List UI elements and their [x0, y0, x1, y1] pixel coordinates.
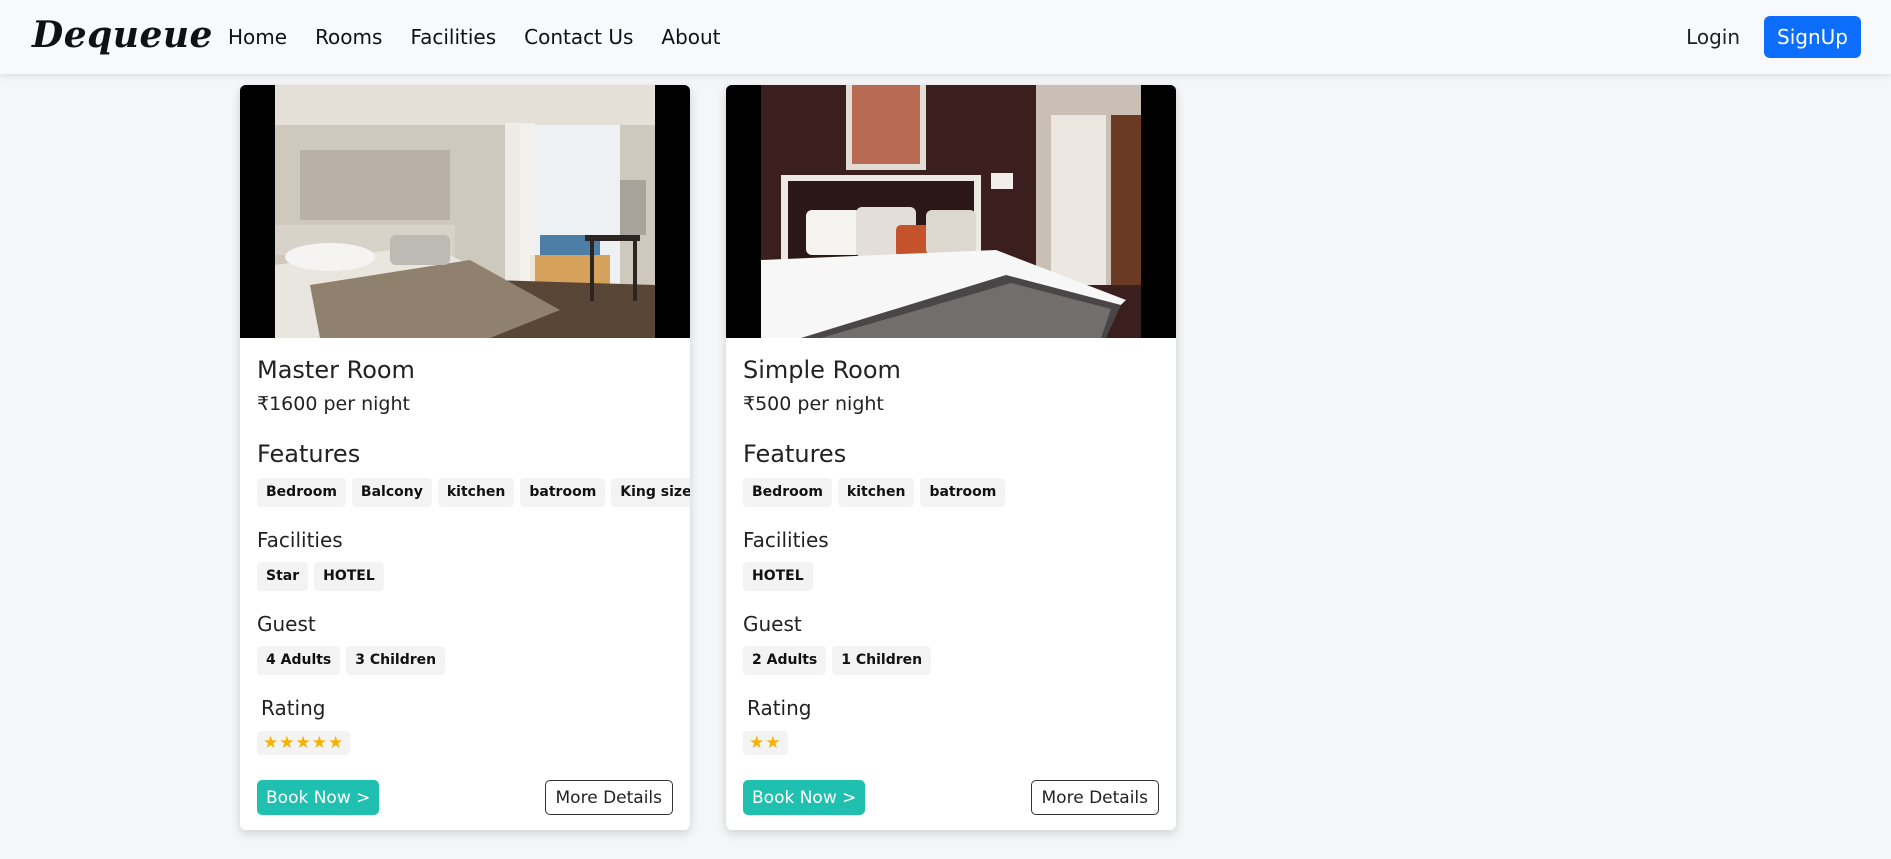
guest-list: 2 Adults 1 Children: [743, 646, 937, 675]
brand-logo[interactable]: Dequeue: [32, 14, 213, 56]
feature-badge: Bedroom: [743, 478, 832, 507]
rating-stars: ★ ★: [743, 731, 788, 755]
nav-link-about[interactable]: About: [661, 25, 720, 49]
nav-link-contact[interactable]: Contact Us: [524, 25, 633, 49]
bedroom-photo-icon: [726, 85, 1176, 338]
facilities-list: HOTEL: [743, 562, 819, 591]
book-now-button[interactable]: Book Now >: [743, 780, 866, 815]
star-icon: ★: [263, 733, 279, 753]
rating-stars: ★ ★ ★ ★ ★: [257, 731, 351, 755]
guest-badge: 4 Adults: [257, 646, 341, 675]
guest-badge: 3 Children: [346, 646, 446, 675]
room-price: ₹1600 per night: [257, 393, 410, 415]
feature-badge: kitchen: [437, 478, 515, 507]
login-button[interactable]: Login: [1686, 25, 1740, 49]
facilities-heading: Facilities: [257, 528, 343, 552]
room-name: Simple Room: [743, 356, 901, 384]
guest-badge: 1 Children: [832, 646, 932, 675]
navbar: Dequeue Home Rooms Facilities Contact Us…: [0, 0, 1891, 74]
book-now-button[interactable]: Book Now >: [257, 780, 380, 815]
nav-link-rooms[interactable]: Rooms: [315, 25, 382, 49]
facilities-heading: Facilities: [743, 528, 829, 552]
more-details-button[interactable]: More Details: [1030, 780, 1159, 815]
star-icon: ★: [749, 733, 765, 753]
star-icon: ★: [295, 733, 311, 753]
star-icon: ★: [311, 733, 327, 753]
facilities-list: Star HOTEL: [257, 562, 390, 591]
feature-badge: Bedroom: [257, 478, 346, 507]
star-rating: ★ ★ ★ ★ ★: [257, 731, 351, 755]
nav-link-home[interactable]: Home: [228, 25, 287, 49]
guest-list: 4 Adults 3 Children: [257, 646, 451, 675]
guest-heading: Guest: [743, 612, 802, 636]
star-icon: ★: [765, 733, 781, 753]
feature-badge: Balcony: [351, 478, 432, 507]
rating-heading: Rating: [261, 696, 326, 720]
guest-badge: 2 Adults: [743, 646, 827, 675]
star-icon: ★: [279, 733, 295, 753]
room-name: Master Room: [257, 356, 415, 384]
room-card-body: Master Room ₹1600 per night Features Bed…: [240, 338, 690, 830]
room-card-simple: Simple Room ₹500 per night Features Bedr…: [726, 85, 1176, 830]
nav-links: Home Rooms Facilities Contact Us About: [228, 0, 749, 74]
features-heading: Features: [743, 440, 847, 468]
nav-link-facilities[interactable]: Facilities: [410, 25, 496, 49]
feature-badge: kitchen: [837, 478, 915, 507]
features-list: Bedroom Balcony kitchen batroom King siz…: [257, 478, 690, 507]
rating-heading: Rating: [747, 696, 812, 720]
facility-badge: HOTEL: [314, 562, 384, 591]
room-image: [726, 85, 1176, 338]
facility-badge: HOTEL: [743, 562, 813, 591]
features-heading: Features: [257, 440, 361, 468]
room-image: [240, 85, 690, 338]
room-card-master: Master Room ₹1600 per night Features Bed…: [240, 85, 690, 830]
feature-badge: batroom: [920, 478, 1006, 507]
nav-auth: Login SignUp: [1686, 0, 1861, 74]
facility-badge: Star: [257, 562, 309, 591]
feature-badge: batroom: [520, 478, 606, 507]
feature-badge: King size bed: [611, 478, 690, 507]
signup-button[interactable]: SignUp: [1764, 16, 1861, 58]
room-price: ₹500 per night: [743, 393, 884, 415]
bedroom-photo-icon: [240, 85, 690, 338]
room-card-body: Simple Room ₹500 per night Features Bedr…: [726, 338, 1176, 830]
features-list: Bedroom kitchen batroom: [743, 478, 1011, 507]
star-icon: ★: [328, 733, 344, 753]
star-rating: ★ ★: [743, 731, 788, 755]
more-details-button[interactable]: More Details: [544, 780, 673, 815]
guest-heading: Guest: [257, 612, 316, 636]
